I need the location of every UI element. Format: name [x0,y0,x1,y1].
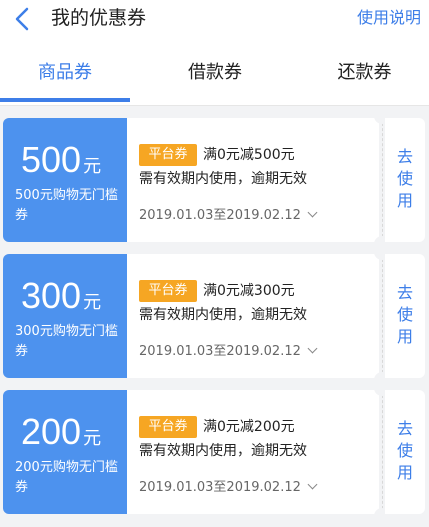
coupon-note: 需有效期内使用，逾期无效 [139,443,307,459]
coupon-card[interactable]: 300 元 300元购物无门槛券 平台券 满0元减300元 需有效期内使用，逾期无… [3,252,425,380]
coupon-description: 200元购物无门槛券 [15,460,118,495]
coupon-condition: 满0元减300元 [203,283,295,299]
coupon-amount-number: 200 [21,411,82,452]
use-coupon-button[interactable]: 去 使 用 [385,146,425,212]
use-label-char: 去 [396,283,413,302]
validity-period[interactable]: 2019.01.03至2019.02.12 [139,342,318,362]
platform-coupon-badge: 平台券 [139,416,197,438]
use-coupon-button[interactable]: 去 使 用 [385,418,425,484]
coupon-action-panel: 去 使 用 [385,118,425,242]
chevron-down-icon[interactable] [307,343,318,354]
validity-period[interactable]: 2019.01.03至2019.02.12 [139,478,318,498]
use-label-char: 用 [396,463,413,482]
tab-bar: 商品券 借款券 还款券 [0,40,429,106]
use-label-char: 用 [396,191,413,210]
use-label-char: 去 [396,419,413,438]
coupon-details: 平台券 满0元减500元 需有效期内使用，逾期无效 2019.01.03至201… [127,118,379,242]
use-label-char: 使 [396,169,413,188]
coupon-amount-unit: 元 [83,156,102,177]
coupon-value-panel: 500 元 500元购物无门槛券 [3,118,127,242]
coupon-amount-number: 300 [21,275,82,316]
coupon-card[interactable]: 500 元 500元购物无门槛券 平台券 满0元减500元 需有效期内使用，逾期无… [3,116,425,244]
coupon-value-panel: 200 元 200元购物无门槛券 [3,390,127,514]
use-coupon-button[interactable]: 去 使 用 [385,282,425,348]
use-label-char: 去 [396,147,413,166]
coupon-details: 平台券 满0元减200元 需有效期内使用，逾期无效 2019.01.03至201… [127,390,379,514]
coupon-amount: 500 元 [21,138,101,182]
coupon-amount: 300 元 [21,274,101,318]
validity-text: 2019.01.03至2019.02.12 [139,344,301,359]
coupon-description: 500元购物无门槛券 [15,188,118,223]
platform-coupon-badge: 平台券 [139,144,197,166]
coupon-amount-unit: 元 [83,428,102,449]
tab-loan-coupons[interactable]: 借款券 [150,40,280,106]
coupon-divider [382,254,383,378]
coupon-amount-number: 500 [21,139,82,180]
tab-product-coupons[interactable]: 商品券 [0,40,130,106]
coupon-action-panel: 去 使 用 [385,390,425,514]
coupon-divider [382,118,383,242]
use-label-char: 使 [396,305,413,324]
validity-text: 2019.01.03至2019.02.12 [139,208,301,223]
chevron-down-icon[interactable] [307,207,318,218]
use-label-char: 用 [396,327,413,346]
header: 我的优惠券 使用说明 [0,0,429,40]
coupon-card[interactable]: 200 元 200元购物无门槛券 平台券 满0元减200元 需有效期内使用，逾期无… [3,388,425,516]
coupon-action-panel: 去 使 用 [385,254,425,378]
coupon-description: 300元购物无门槛券 [15,324,118,359]
use-label-char: 使 [396,441,413,460]
coupon-condition: 满0元减500元 [203,147,295,163]
back-arrow-icon[interactable] [10,5,36,33]
validity-period[interactable]: 2019.01.03至2019.02.12 [139,206,318,226]
chevron-down-icon[interactable] [307,479,318,490]
coupon-note: 需有效期内使用，逾期无效 [139,307,307,323]
active-tab-indicator [0,98,130,102]
platform-coupon-badge: 平台券 [139,280,197,302]
page-title: 我的优惠券 [51,7,147,29]
coupon-note: 需有效期内使用，逾期无效 [139,171,307,187]
coupon-amount: 200 元 [21,410,101,454]
usage-instructions-link[interactable]: 使用说明 [357,7,421,29]
coupon-condition: 满0元减200元 [203,419,295,435]
tab-repayment-coupons[interactable]: 还款券 [300,40,429,106]
coupon-value-panel: 300 元 300元购物无门槛券 [3,254,127,378]
validity-text: 2019.01.03至2019.02.12 [139,480,301,495]
coupon-details: 平台券 满0元减300元 需有效期内使用，逾期无效 2019.01.03至201… [127,254,379,378]
coupon-divider [382,390,383,514]
coupon-amount-unit: 元 [83,292,102,313]
